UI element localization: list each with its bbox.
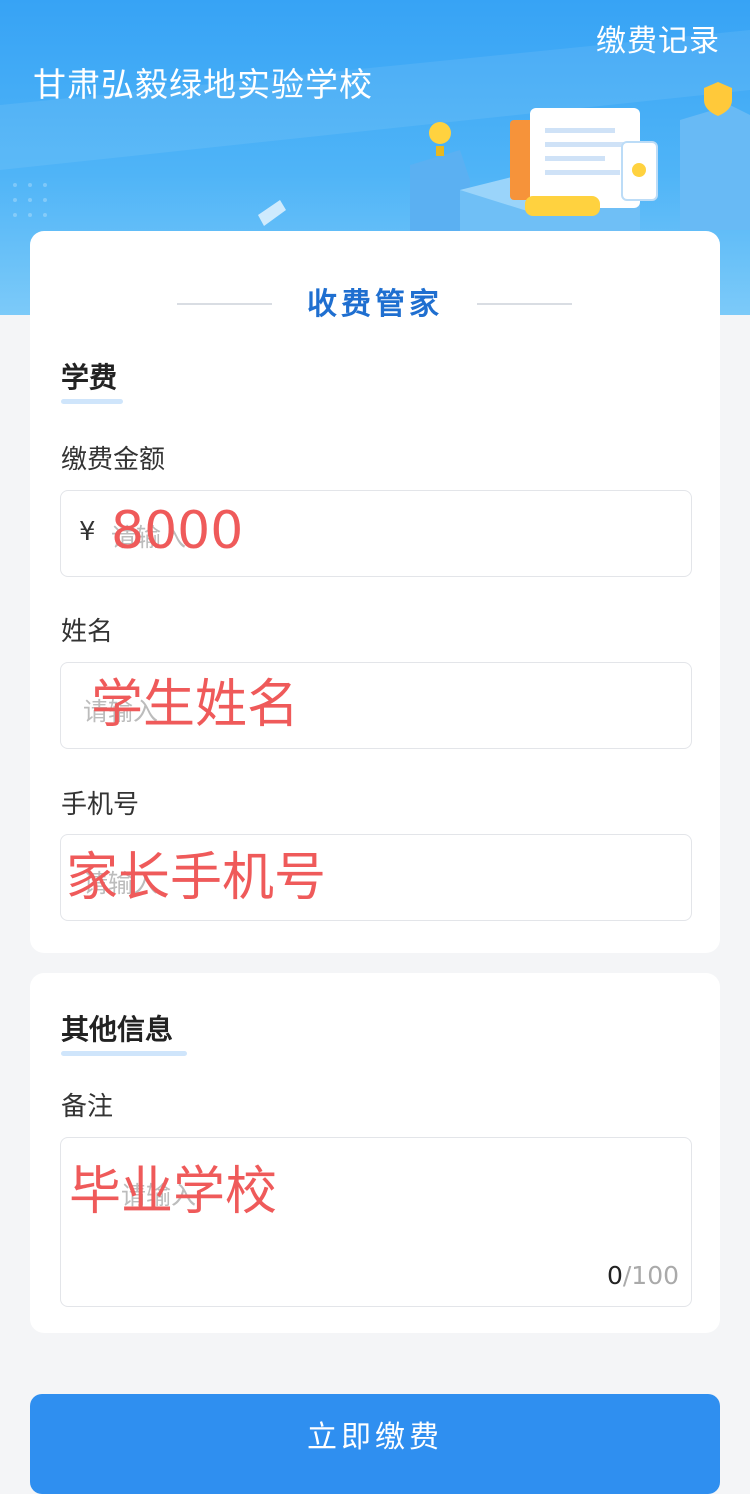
phone-value: 家长手机号 [66, 848, 327, 908]
school-name: 甘肃弘毅绿地实验学校 [33, 65, 373, 104]
header-divider-right [477, 303, 572, 305]
card-title: 收费管家 [307, 287, 443, 322]
pay-now-button[interactable]: 立即缴费 [30, 1394, 720, 1494]
phone-field[interactable]: 请输入 家长手机号 [60, 834, 692, 921]
remark-value: 毕业学校 [69, 1162, 278, 1222]
payment-records-link[interactable]: 缴费记录 [596, 16, 720, 60]
char-counter: 0/100 [607, 1261, 679, 1290]
remark-textarea[interactable]: 请输入 毕业学校 0/100 [60, 1137, 692, 1307]
name-label: 姓名 [61, 617, 114, 647]
other-section-title: 其他信息 [61, 1008, 187, 1056]
tuition-section-title: 学费 [61, 356, 123, 404]
name-value: 学生姓名 [91, 675, 300, 735]
card-header: 收费管家 [30, 285, 720, 325]
amount-value: 8000 [111, 501, 244, 561]
other-info-card: 其他信息 备注 请输入 毕业学校 0/100 [30, 973, 720, 1333]
section-title-underline [61, 1051, 187, 1056]
currency-symbol: ¥ [79, 517, 96, 547]
section-title-underline [61, 399, 123, 404]
name-field[interactable]: 请输入 学生姓名 [60, 662, 692, 749]
amount-field[interactable]: ¥ 请输入 8000 [60, 490, 692, 577]
tuition-card: 收费管家 学费 缴费金额 ¥ 请输入 8000 姓名 请输入 学生姓名 手机号 … [30, 231, 720, 953]
amount-label: 缴费金额 [61, 445, 166, 475]
other-section-label: 其他信息 [61, 1013, 174, 1046]
remark-label: 备注 [61, 1092, 114, 1122]
header-divider-left [177, 303, 272, 305]
phone-label: 手机号 [61, 790, 140, 820]
char-count: 0 [606, 1261, 623, 1290]
char-max: /100 [622, 1261, 679, 1290]
tuition-section-label: 学费 [61, 361, 118, 394]
